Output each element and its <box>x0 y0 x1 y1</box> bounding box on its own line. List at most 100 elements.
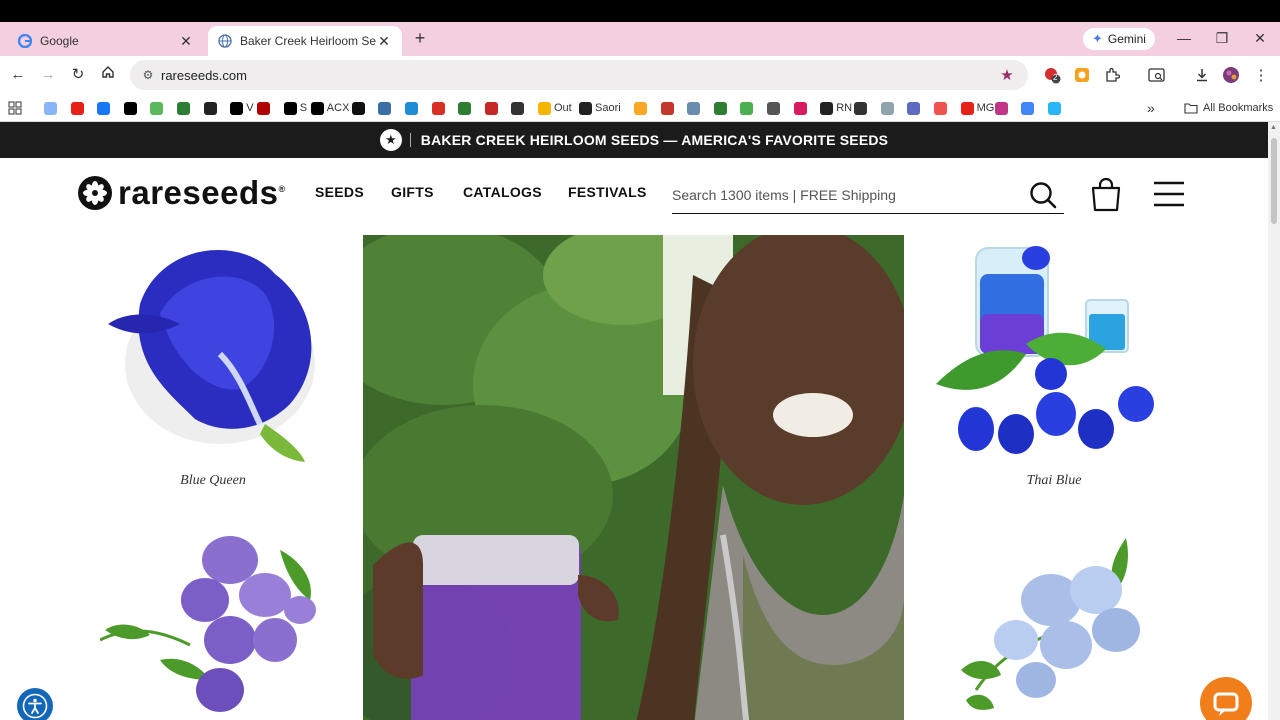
bookmark-item[interactable] <box>257 99 271 117</box>
bookmark-item[interactable] <box>713 99 727 117</box>
bookmark-favicon-icon <box>44 101 57 115</box>
bookmark-item[interactable] <box>907 99 921 117</box>
profile-avatar-icon[interactable] <box>1222 66 1240 84</box>
bookmark-favicon-icon <box>511 101 525 115</box>
window-close-icon[interactable]: ✕ <box>1249 28 1271 48</box>
all-bookmarks-button[interactable]: All Bookmarks <box>1184 99 1273 117</box>
accessibility-icon[interactable] <box>17 688 53 720</box>
bookmark-item[interactable] <box>660 99 674 117</box>
search-icon[interactable] <box>1028 180 1058 210</box>
bookmark-item[interactable] <box>44 99 57 117</box>
nav-seeds[interactable]: SEEDS <box>315 184 364 200</box>
more-menu-icon[interactable]: ⋮ <box>1252 66 1270 84</box>
site-logo[interactable]: rareseeds® <box>78 174 286 212</box>
site-info-icon[interactable]: ⚙ <box>138 68 158 82</box>
purple-butterfly-pea-image <box>99 536 316 712</box>
bookmark-item[interactable] <box>934 99 947 117</box>
bookmark-label: S <box>299 102 308 114</box>
bookmark-favicon-icon <box>97 101 111 115</box>
scrollbar-thumb[interactable] <box>1271 138 1277 224</box>
chat-widget-icon[interactable] <box>1200 677 1252 720</box>
page-scrollbar[interactable]: ▲ <box>1268 122 1280 720</box>
nav-catalogs[interactable]: CATALOGS <box>463 184 542 200</box>
bookmark-item[interactable] <box>97 99 111 117</box>
bookmark-item[interactable] <box>1021 99 1035 117</box>
back-arrow-icon[interactable]: ← <box>8 65 28 85</box>
bookmark-item[interactable] <box>740 99 754 117</box>
restore-icon[interactable]: ❐ <box>1211 28 1233 48</box>
hero-video[interactable] <box>363 235 904 720</box>
bookmark-item[interactable] <box>351 99 365 117</box>
product-card-thai-blue[interactable] <box>936 234 1172 466</box>
bookmark-item[interactable] <box>880 99 894 117</box>
bookmark-item[interactable]: ACX <box>310 99 349 117</box>
bookmark-item[interactable] <box>378 99 392 117</box>
shopping-bag-icon[interactable] <box>1089 176 1123 212</box>
bookmarks-overflow-icon[interactable]: » <box>1147 99 1155 117</box>
tab-search-icon[interactable] <box>1148 66 1166 84</box>
bookmark-item[interactable] <box>405 99 418 117</box>
bookmark-item[interactable] <box>511 99 525 117</box>
minimize-icon[interactable]: — <box>1173 28 1195 48</box>
tab-close-icon[interactable]: ✕ <box>178 33 194 50</box>
bookmark-favicon-icon <box>767 101 780 115</box>
extension-orange-icon[interactable] <box>1073 66 1091 84</box>
download-icon[interactable] <box>1193 66 1211 84</box>
home-icon[interactable] <box>98 65 118 85</box>
site-search <box>672 176 1064 214</box>
extension-red-icon[interactable]: 2 <box>1043 66 1061 84</box>
tab-google[interactable]: Google ✕ <box>8 26 204 56</box>
bookmark-item[interactable]: Saori <box>579 99 621 117</box>
product-name-blue-queen[interactable]: Blue Queen <box>100 473 326 489</box>
bookmark-item[interactable]: V <box>230 99 254 117</box>
announcement-bar[interactable]: ★ BAKER CREEK HEIRLOOM SEEDS — AMERICA'S… <box>0 122 1268 158</box>
bookmark-item[interactable] <box>994 99 1008 117</box>
hamburger-menu-icon[interactable] <box>1153 180 1185 208</box>
bookmark-item[interactable] <box>431 99 445 117</box>
scroll-up-arrow-icon[interactable]: ▲ <box>1270 124 1277 131</box>
tab-close-icon[interactable]: ✕ <box>376 33 392 50</box>
product-name-thai-blue[interactable]: Thai Blue <box>936 473 1172 489</box>
bookmark-item[interactable] <box>458 99 472 117</box>
address-bar[interactable]: ⚙ rareseeds.com ★ <box>130 60 1028 90</box>
all-bookmarks-label: All Bookmarks <box>1203 102 1274 114</box>
bookmark-item[interactable] <box>687 99 701 117</box>
search-input[interactable] <box>672 186 1028 203</box>
new-tab-button[interactable]: + <box>410 28 430 48</box>
bookmark-item[interactable]: S <box>283 99 308 117</box>
bookmark-item[interactable] <box>177 99 190 117</box>
bookmark-item[interactable] <box>484 99 498 117</box>
nav-gifts[interactable]: GIFTS <box>391 184 434 200</box>
gemini-button[interactable]: ✦ Gemini <box>1083 28 1155 50</box>
bookmark-item[interactable] <box>767 99 780 117</box>
nav-festivals[interactable]: FESTIVALS <box>568 184 647 200</box>
gemini-label: Gemini <box>1107 32 1146 46</box>
bookmark-label: Saori <box>595 102 621 114</box>
bookmark-item[interactable] <box>634 99 647 117</box>
product-card-light-blue-flower[interactable] <box>956 530 1156 720</box>
bookmark-item[interactable] <box>854 99 868 117</box>
bookmark-star-icon[interactable]: ★ <box>996 66 1018 84</box>
bookmark-item[interactable] <box>203 99 217 117</box>
bookmark-item[interactable] <box>1047 99 1061 117</box>
bookmark-favicon-icon <box>257 101 271 115</box>
bookmark-item[interactable] <box>150 99 164 117</box>
apps-grid-icon[interactable] <box>8 99 22 117</box>
bookmark-item[interactable] <box>123 99 137 117</box>
bookmark-label: V <box>246 102 254 114</box>
reload-icon[interactable]: ↻ <box>68 65 88 85</box>
bookmark-item[interactable] <box>793 99 807 117</box>
bookmark-item[interactable] <box>70 99 84 117</box>
tab-title: Google <box>40 34 79 48</box>
blue-queen-flower-image <box>108 250 315 462</box>
product-card-blue-queen[interactable] <box>100 234 326 466</box>
bookmark-item[interactable]: MG <box>960 99 994 117</box>
forward-arrow-icon[interactable]: → <box>38 65 58 85</box>
bookmark-item[interactable]: RN <box>820 99 852 117</box>
product-card-purple-flower[interactable] <box>99 530 328 720</box>
bookmark-item[interactable]: Out <box>538 99 572 117</box>
browser-toolbar: ← → ↻ ⚙ rareseeds.com ★ 2 ⋮ <box>0 56 1280 94</box>
bookmark-favicon-icon <box>70 101 84 115</box>
extensions-puzzle-icon[interactable] <box>1103 66 1121 84</box>
tab-rareseeds[interactable]: Baker Creek Heirloom Seeds, Bu ✕ <box>208 26 402 56</box>
